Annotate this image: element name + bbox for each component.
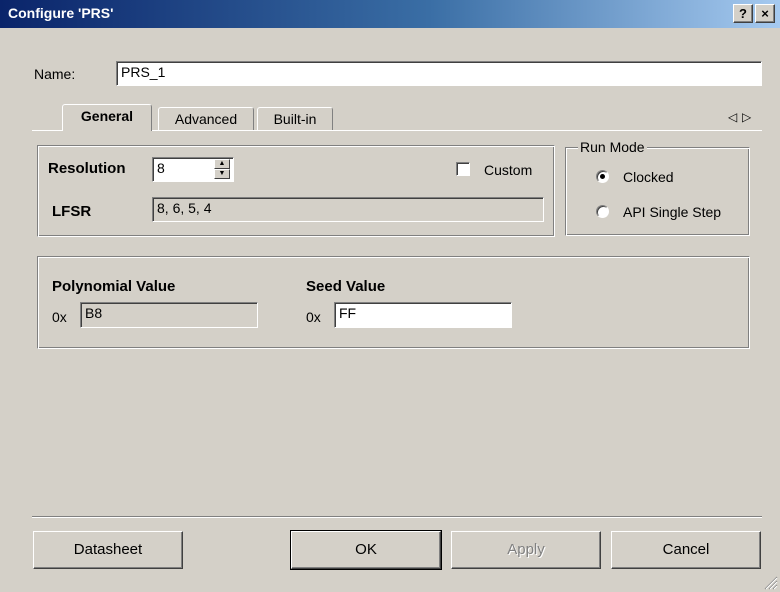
button-separator: [32, 516, 762, 518]
radio-api-single-step[interactable]: [596, 205, 609, 218]
apply-button[interactable]: Apply: [451, 531, 601, 569]
polynomial-label: Polynomial Value: [52, 278, 176, 295]
seed-prefix: 0x: [306, 309, 321, 325]
stepper-up-icon[interactable]: ▲: [214, 159, 230, 169]
run-mode-group: [565, 147, 750, 236]
question-mark-icon: ?: [739, 6, 747, 21]
tab-advanced[interactable]: Advanced: [158, 107, 254, 131]
custom-checkbox[interactable]: [456, 162, 470, 176]
seed-input[interactable]: FF: [334, 302, 512, 328]
tab-general-label: General: [80, 108, 134, 124]
title-bar: Configure 'PRS' ? ×: [0, 0, 780, 28]
tab-built-in[interactable]: Built-in: [257, 107, 333, 131]
name-label: Name:: [34, 66, 76, 82]
polynomial-field: B8: [80, 302, 258, 328]
name-input[interactable]: PRS_1: [116, 61, 762, 86]
radio-clocked-label: Clocked: [623, 169, 674, 185]
help-button[interactable]: ?: [733, 4, 753, 23]
lfsr-label: LFSR: [52, 203, 92, 220]
resize-grip-icon[interactable]: [762, 574, 778, 590]
tab-scroll-left-icon[interactable]: ◁: [728, 110, 737, 124]
tab-advanced-label: Advanced: [174, 111, 238, 127]
radio-selected-dot-icon: [600, 174, 605, 179]
seed-label: Seed Value: [306, 278, 386, 295]
datasheet-button[interactable]: Datasheet: [33, 531, 183, 569]
lfsr-field: 8, 6, 5, 4: [152, 197, 544, 222]
close-icon: ×: [761, 6, 769, 21]
tab-scroll-right-icon[interactable]: ▷: [742, 110, 751, 124]
resolution-group: [37, 145, 555, 237]
tab-general[interactable]: General: [62, 104, 152, 131]
custom-label: Custom: [484, 162, 533, 178]
radio-clocked[interactable]: [596, 170, 609, 183]
run-mode-legend: Run Mode: [578, 139, 647, 155]
ok-button[interactable]: OK: [290, 530, 442, 570]
radio-api-single-step-label: API Single Step: [623, 204, 722, 220]
cancel-button[interactable]: Cancel: [611, 531, 761, 569]
polynomial-prefix: 0x: [52, 309, 67, 325]
stepper-down-icon[interactable]: ▼: [214, 169, 230, 179]
tab-built-in-label: Built-in: [273, 111, 317, 127]
close-button[interactable]: ×: [755, 4, 775, 23]
window-title: Configure 'PRS': [8, 5, 114, 21]
resolution-label: Resolution: [48, 160, 126, 177]
